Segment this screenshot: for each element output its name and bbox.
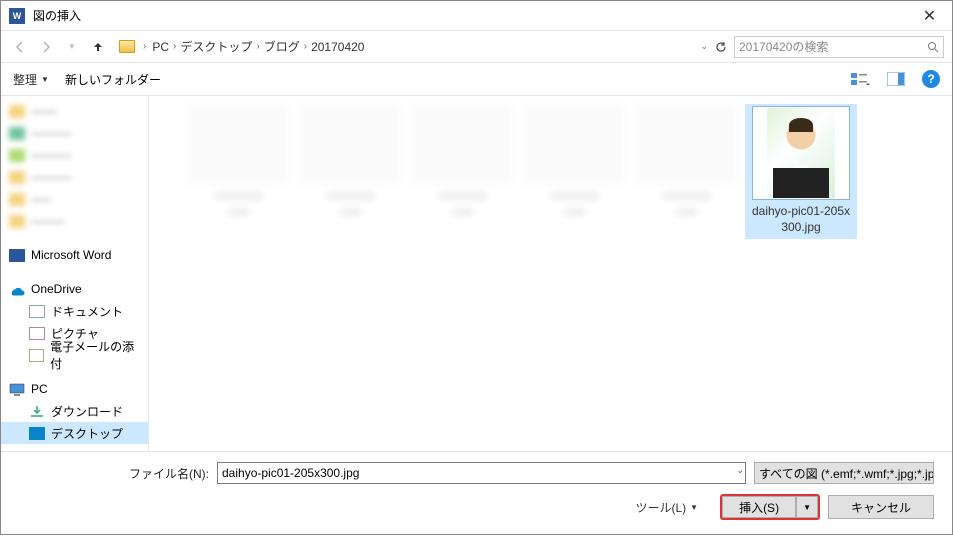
chevron-right-icon: › xyxy=(143,41,146,52)
file-thumbnail-selected[interactable]: daihyo-pic01-205x300.jpg xyxy=(745,104,857,239)
sidebar-item-onedrive[interactable]: OneDrive xyxy=(1,278,148,300)
search-input[interactable]: 20170420の検索 xyxy=(734,36,944,58)
sidebar-item-pc[interactable]: PC xyxy=(1,378,148,400)
up-button[interactable] xyxy=(87,36,109,58)
tools-menu[interactable]: ツール(L) ▼ xyxy=(635,499,698,516)
download-icon xyxy=(29,405,45,418)
breadcrumb[interactable]: PC› デスクトップ› ブログ› 20170420 xyxy=(152,38,364,55)
navbar: ▼ › PC› デスクトップ› ブログ› 20170420 ⌄ 20170420… xyxy=(1,31,952,63)
file-thumbnail[interactable]: –––––––––– xyxy=(633,104,741,239)
word-icon xyxy=(9,249,25,262)
file-name: daihyo-pic01-205x300.jpg xyxy=(747,202,855,237)
help-button[interactable]: ? xyxy=(922,70,940,88)
file-thumbnail[interactable]: –––––––––– xyxy=(409,104,517,239)
sidebar-item[interactable]: –––––– xyxy=(1,166,148,188)
dialog-title: 図の挿入 xyxy=(33,7,907,24)
folder-icon xyxy=(119,40,135,53)
document-icon xyxy=(29,305,45,318)
titlebar: W 図の挿入 ✕ xyxy=(1,1,952,31)
sidebar-item-downloads[interactable]: ダウンロード xyxy=(1,400,148,422)
word-app-icon: W xyxy=(9,8,25,24)
back-button[interactable] xyxy=(9,36,31,58)
forward-button[interactable] xyxy=(35,36,57,58)
recent-dropdown[interactable]: ▼ xyxy=(61,36,83,58)
chevron-down-icon[interactable]: ⌄ xyxy=(736,465,744,476)
desktop-icon xyxy=(29,427,45,440)
picture-icon xyxy=(29,327,45,340)
sidebar-item-word[interactable]: Microsoft Word xyxy=(1,244,148,266)
chevron-down-icon: ▼ xyxy=(690,503,698,512)
footer: ファイル名(N): ⌄ すべての図 (*.emf;*.wmf;*.jpg;*.j… xyxy=(1,451,952,534)
sidebar-item[interactable]: ––––– xyxy=(1,210,148,232)
sidebar-item-mail[interactable]: 電子メールの添付 xyxy=(1,344,148,366)
insert-button[interactable]: 挿入(S) xyxy=(722,496,796,518)
sidebar-item[interactable]: –––––– xyxy=(1,144,148,166)
insert-dropdown-button[interactable]: ▼ xyxy=(796,496,818,518)
search-placeholder: 20170420の検索 xyxy=(739,38,828,55)
sidebar-item-desktop[interactable]: デスクトップ xyxy=(1,422,148,444)
insert-split-button: 挿入(S) ▼ xyxy=(720,494,820,520)
file-thumbnail[interactable]: –––––––––– xyxy=(297,104,405,239)
organize-menu[interactable]: 整理 ▼ xyxy=(13,71,49,88)
close-button[interactable]: ✕ xyxy=(907,1,952,30)
sidebar-item[interactable]: –––– xyxy=(1,100,148,122)
filename-input[interactable] xyxy=(217,462,746,484)
crumb-date[interactable]: 20170420 xyxy=(311,40,364,54)
crumb-pc[interactable]: PC xyxy=(152,40,169,54)
new-folder-button[interactable]: 新しいフォルダー xyxy=(65,71,161,88)
search-icon xyxy=(927,41,939,53)
view-mode-button[interactable] xyxy=(850,71,870,87)
sidebar-item-documents[interactable]: ドキュメント xyxy=(1,300,148,322)
file-thumbnail[interactable]: –––––––––– xyxy=(521,104,629,239)
crumb-desktop[interactable]: デスクトップ xyxy=(180,38,252,55)
preview-pane-button[interactable] xyxy=(886,71,906,87)
toolbar: 整理 ▼ 新しいフォルダー ? xyxy=(1,63,952,96)
sidebar-item[interactable]: –––––– xyxy=(1,122,148,144)
dialog-body: –––– –––––– –––––– –––––– ––– ––––– Micr… xyxy=(1,96,952,451)
sidebar-item[interactable]: ––– xyxy=(1,188,148,210)
filename-label: ファイル名(N): xyxy=(129,465,209,482)
refresh-icon[interactable] xyxy=(714,40,728,54)
cancel-button[interactable]: キャンセル xyxy=(828,495,934,519)
onedrive-icon xyxy=(9,283,25,296)
file-thumbnail[interactable]: –––––––––– xyxy=(185,104,293,239)
sidebar: –––– –––––– –––––– –––––– ––– ––––– Micr… xyxy=(1,96,149,451)
crumb-blog[interactable]: ブログ xyxy=(264,38,300,55)
file-type-filter[interactable]: すべての図 (*.emf;*.wmf;*.jpg;*.jp ⌄ xyxy=(754,462,934,484)
mail-icon xyxy=(29,349,44,362)
chevron-down-icon: ▼ xyxy=(41,75,49,84)
address-dropdown-icon[interactable]: ⌄ xyxy=(700,41,708,52)
pc-icon xyxy=(9,383,25,396)
file-list[interactable]: –––––––––– –––––––––– –––––––––– –––––––… xyxy=(149,96,952,451)
image-preview xyxy=(767,108,835,198)
insert-picture-dialog: W 図の挿入 ✕ ▼ › PC› デスクトップ› ブログ› 20170420 ⌄ xyxy=(0,0,953,535)
